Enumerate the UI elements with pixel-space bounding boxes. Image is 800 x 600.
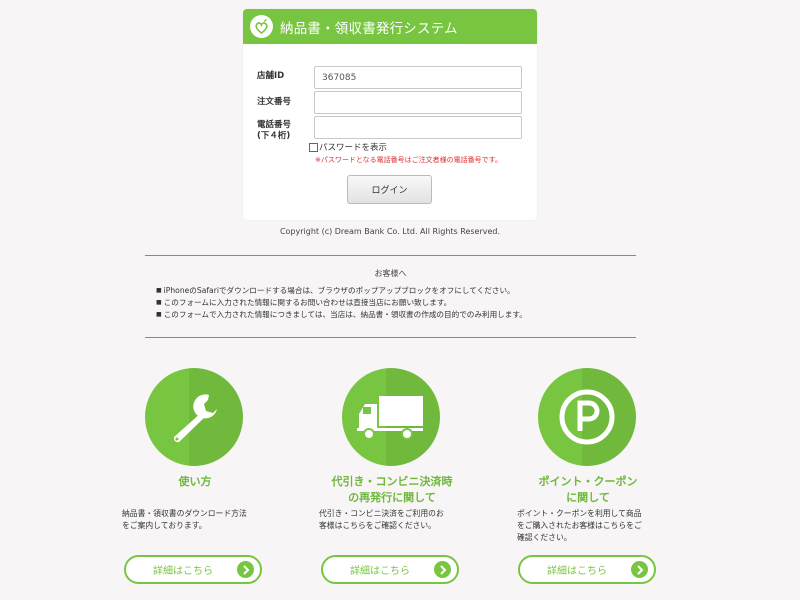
show-password-checkbox[interactable] <box>309 142 318 152</box>
phone-label-line2: (下４桁) <box>257 131 291 141</box>
feature-description: 納品書・領収書のダウンロード方法 をご案内しております。 <box>122 508 247 532</box>
feature-title-line: 使い方 <box>178 475 212 488</box>
detail-button-label[interactable]: 詳細はこちら <box>350 562 410 577</box>
feature-usage: 使い方 <box>97 368 257 490</box>
order-no-input[interactable] <box>314 91 522 114</box>
notice-item: このフォームに入力された情報に関するお問い合わせは直接当店にお願い致します。 <box>156 297 636 309</box>
logo-icon <box>250 15 273 38</box>
feature-title: 代引き・コンビニ決済時 の再発行に関して <box>312 474 472 506</box>
store-id-label: 店舗ID <box>257 71 285 81</box>
feature-description: ポイント・クーポンを利用して商品 をご購入されたお客様はこちらをご 確認ください… <box>517 508 642 544</box>
notice-box: お客様へ iPhoneのSafariでダウンロードする場合は、ブラウザのポップア… <box>145 255 636 338</box>
notice-title: お客様へ <box>374 269 407 278</box>
feature-description: 代引き・コンビニ決済をご利用のお 客様はこちらをご確認ください。 <box>319 508 444 532</box>
login-button[interactable]: ログイン <box>347 175 432 204</box>
truck-icon[interactable] <box>342 368 440 466</box>
order-no-label: 注文番号 <box>257 97 292 107</box>
description-line: ポイント・クーポンを利用して商品 <box>517 509 642 518</box>
store-id-input[interactable] <box>314 66 522 89</box>
notice-item: このフォームで入力された情報につきましては、当店は、納品書・領収書の作成の目的で… <box>156 309 636 321</box>
description-line: をご購入されたお客様はこちらをご <box>517 521 642 530</box>
feature-title: 使い方 <box>115 474 275 490</box>
login-card: 納品書・領収書発行システム 店舗ID 注文番号 電話番号 (下４桁) パスワード… <box>243 9 537 220</box>
password-note: ※パスワードとなる電話番号はご注文者様の電話番号です。 <box>315 156 502 164</box>
description-line: 納品書・領収書のダウンロード方法 <box>122 509 247 518</box>
chevron-right-icon[interactable] <box>631 561 648 578</box>
description-line: をご案内しております。 <box>122 521 207 530</box>
phone-label-line1: 電話番号 <box>257 120 292 130</box>
detail-button-label[interactable]: 詳細はこちら <box>153 562 213 577</box>
app-title: 納品書・領収書発行システム <box>280 20 458 37</box>
point-detail-button[interactable]: 詳細はこちら <box>518 555 656 584</box>
feature-title-line: ポイント・クーポン <box>538 475 638 488</box>
feature-title-line: に関して <box>566 491 610 504</box>
wrench-icon[interactable] <box>145 368 243 466</box>
feature-cod-reissue: 代引き・コンビニ決済時 の再発行に関して <box>294 368 454 506</box>
detail-button-label[interactable]: 詳細はこちら <box>547 562 607 577</box>
chevron-right-icon[interactable] <box>434 561 451 578</box>
usage-detail-button[interactable]: 詳細はこちら <box>124 555 262 584</box>
show-password-label[interactable]: パスワードを表示 <box>319 141 387 153</box>
notice-list: iPhoneのSafariでダウンロードする場合は、ブラウザのポップアップブロッ… <box>145 285 636 321</box>
chevron-right-icon[interactable] <box>237 561 254 578</box>
phone-label: 電話番号 (下４桁) <box>257 120 291 142</box>
description-line: 確認ください。 <box>517 533 572 542</box>
point-icon[interactable] <box>538 368 636 466</box>
description-line: 客様はこちらをご確認ください。 <box>319 521 436 530</box>
card-header: 納品書・領収書発行システム <box>243 9 537 44</box>
notice-item: iPhoneのSafariでダウンロードする場合は、ブラウザのポップアップブロッ… <box>156 285 636 297</box>
show-password-row[interactable]: パスワードを表示 <box>309 141 387 153</box>
feature-title-line: の再発行に関して <box>348 491 436 504</box>
feature-title-line: 代引き・コンビニ決済時 <box>331 475 453 488</box>
feature-point-coupon: ポイント・クーポン に関して <box>490 368 650 506</box>
feature-title: ポイント・クーポン に関して <box>508 474 668 506</box>
cod-detail-button[interactable]: 詳細はこちら <box>321 555 459 584</box>
description-line: 代引き・コンビニ決済をご利用のお <box>319 509 444 518</box>
copyright: Copyright (c) Dream Bank Co. Ltd. All Ri… <box>279 227 501 236</box>
phone-input[interactable] <box>314 116 522 139</box>
